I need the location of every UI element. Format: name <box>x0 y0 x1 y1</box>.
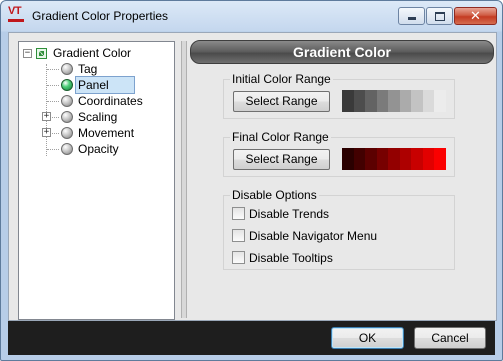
tree-item-coordinates[interactable]: Coordinates <box>61 93 166 109</box>
final-color-swatch-6 <box>399 148 411 170</box>
minimize-button[interactable] <box>398 7 425 25</box>
tree-guide-line <box>47 69 59 70</box>
property-tree[interactable]: − Gradient Color Tag Panel Coordinates +… <box>18 41 175 320</box>
initial-color-swatch-1 <box>342 90 354 112</box>
gray-node-icon <box>61 127 73 139</box>
select-final-range-button[interactable]: Select Range <box>233 149 330 170</box>
final-color-swatch-8 <box>422 148 434 170</box>
initial-color-swatch-7 <box>411 90 423 112</box>
initial-color-swatch-8 <box>422 90 434 112</box>
final-color-range-group: Final Color Range Select Range <box>223 130 455 177</box>
app-logo-icon: VT <box>8 5 26 25</box>
tree-item-panel[interactable]: Panel <box>61 76 171 94</box>
window-title: Gradient Color Properties <box>32 9 169 23</box>
gray-node-icon <box>61 63 73 75</box>
collapse-icon[interactable]: − <box>23 49 32 58</box>
green-node-icon <box>61 79 73 91</box>
section-header: Gradient Color <box>190 40 494 64</box>
disable-trends-checkbox[interactable] <box>232 207 245 220</box>
dialog-window: VT Gradient Color Properties ✕ − Gradien… <box>0 0 503 361</box>
tree-item-label: Scaling <box>78 110 118 124</box>
checkbox-label: Disable Tooltips <box>249 251 333 265</box>
disable-tooltips-checkbox[interactable] <box>232 251 245 264</box>
tree-item-tag[interactable]: Tag <box>61 61 161 77</box>
tree-guide-line <box>47 101 59 102</box>
expand-icon[interactable]: + <box>42 112 51 121</box>
initial-color-swatch-2 <box>353 90 365 112</box>
tree-item-label: Tag <box>78 62 98 76</box>
initial-color-range-group: Initial Color Range Select Range <box>223 72 455 119</box>
tree-root-gradient-color[interactable]: − Gradient Color <box>23 45 163 61</box>
cancel-button[interactable]: Cancel <box>414 327 486 349</box>
final-color-swatch-9 <box>434 148 446 170</box>
checkbox-label: Disable Navigator Menu <box>249 229 378 243</box>
gray-node-icon <box>61 95 73 107</box>
disable-options-group: Disable Options Disable Trends Disable N… <box>223 188 455 270</box>
initial-color-swatch-3 <box>365 90 377 112</box>
disable-navigator-menu-checkbox[interactable] <box>232 229 245 242</box>
tree-item-label: Opacity <box>78 142 119 156</box>
select-initial-range-button[interactable]: Select Range <box>233 91 330 112</box>
initial-color-swatch-9 <box>434 90 446 112</box>
final-color-swatch-4 <box>376 148 388 170</box>
expand-icon[interactable]: + <box>42 128 51 137</box>
title-bar[interactable]: VT Gradient Color Properties ✕ <box>1 1 502 31</box>
tree-item-label: Movement <box>78 126 135 140</box>
final-color-swatch-2 <box>353 148 365 170</box>
final-color-swatch-7 <box>411 148 423 170</box>
checkbox-label: Disable Trends <box>249 207 330 221</box>
final-color-swatches <box>342 148 446 170</box>
section-header-title: Gradient Color <box>292 44 391 60</box>
close-icon: ✕ <box>470 8 481 23</box>
gradient-color-icon <box>36 48 47 59</box>
ok-button[interactable]: OK <box>331 327 404 349</box>
group-title: Disable Options <box>230 188 319 202</box>
dialog-content: − Gradient Color Tag Panel Coordinates +… <box>8 32 497 321</box>
tree-item-opacity[interactable]: Opacity <box>61 141 161 157</box>
initial-color-swatches <box>342 90 446 112</box>
group-title: Final Color Range <box>230 130 331 144</box>
final-color-swatch-1 <box>342 148 354 170</box>
final-color-swatch-3 <box>365 148 377 170</box>
initial-color-swatch-6 <box>399 90 411 112</box>
initial-color-swatch-4 <box>376 90 388 112</box>
tree-item-movement[interactable]: + Movement <box>42 125 162 141</box>
app-logo-text: VT <box>8 5 22 17</box>
gray-node-icon <box>61 111 73 123</box>
tree-item-label: Coordinates <box>78 94 143 108</box>
final-color-swatch-5 <box>388 148 400 170</box>
tree-guide-line <box>47 85 59 86</box>
maximize-button[interactable] <box>426 7 453 25</box>
panel-splitter[interactable] <box>181 41 187 318</box>
initial-color-swatch-5 <box>388 90 400 112</box>
close-button[interactable]: ✕ <box>454 7 497 25</box>
tree-item-label: Panel <box>75 76 135 94</box>
tree-root-label: Gradient Color <box>53 46 132 60</box>
group-title: Initial Color Range <box>230 72 333 86</box>
tree-guide-line <box>47 149 59 150</box>
gray-node-icon <box>61 143 73 155</box>
dialog-footer: OK Cancel <box>8 321 495 355</box>
tree-item-scaling[interactable]: + Scaling <box>42 109 162 125</box>
